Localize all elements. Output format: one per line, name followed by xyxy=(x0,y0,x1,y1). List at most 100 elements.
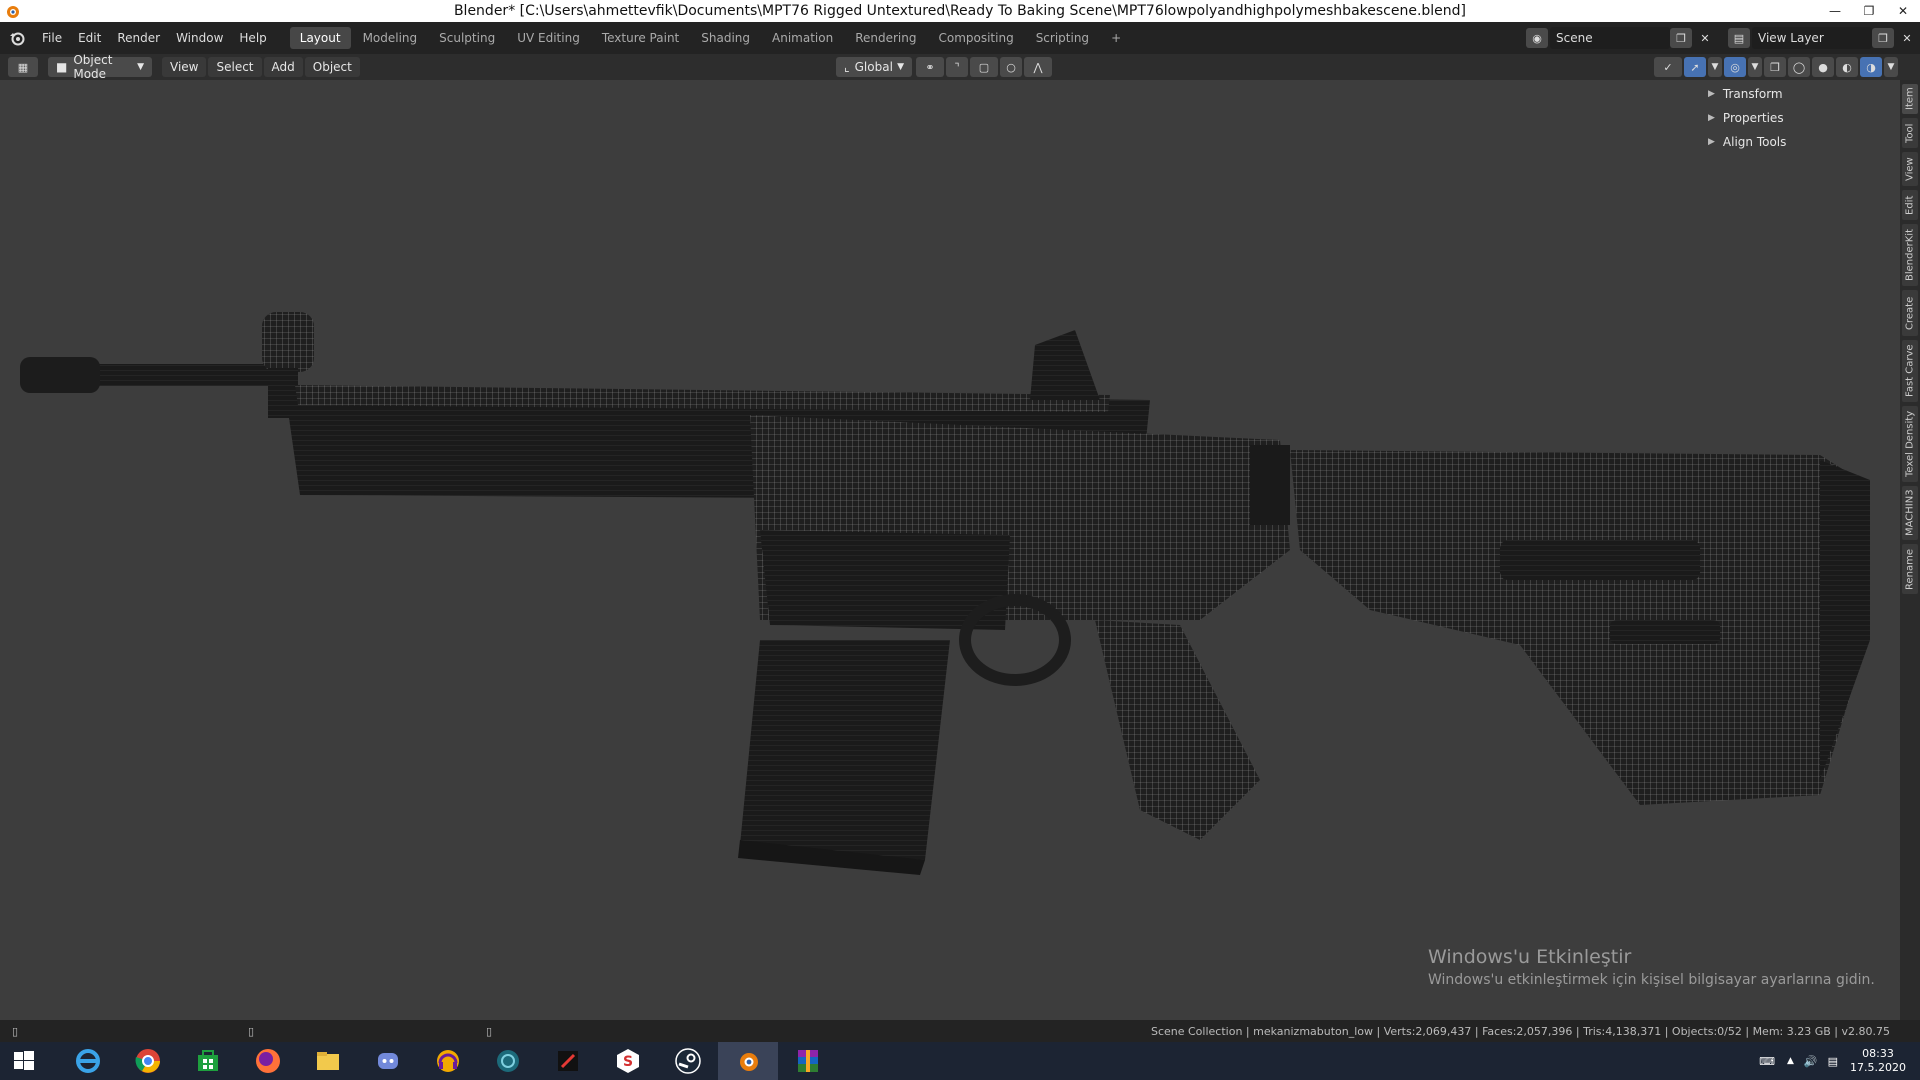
xray-icon[interactable]: ❐ xyxy=(1764,57,1786,77)
store-icon[interactable] xyxy=(178,1042,238,1080)
orientation-label: Global xyxy=(854,60,893,74)
blender-taskbar-icon[interactable] xyxy=(718,1042,778,1080)
tab-item[interactable]: Item xyxy=(1902,84,1918,114)
solid-shading-icon[interactable]: ● xyxy=(1812,57,1834,77)
tab-texel-density[interactable]: Texel Density xyxy=(1902,406,1918,482)
tab-uv-editing[interactable]: UV Editing xyxy=(507,27,590,49)
scene-field[interactable]: Scene xyxy=(1550,27,1670,49)
restore-button[interactable]: ❐ xyxy=(1852,0,1886,22)
tab-create[interactable]: Create xyxy=(1902,290,1918,336)
gizmo-dropdown-icon[interactable]: ▼ xyxy=(1708,57,1722,77)
chevron-up-icon[interactable]: ▲ xyxy=(1787,1056,1794,1066)
add-workspace-icon[interactable]: + xyxy=(1101,27,1131,49)
view-layer-field[interactable]: View Layer xyxy=(1752,27,1872,49)
overlay-icon[interactable]: ◎ xyxy=(1724,57,1746,77)
tab-fast-carve[interactable]: Fast Carve xyxy=(1902,340,1918,402)
tab-animation[interactable]: Animation xyxy=(762,27,843,49)
steam-icon[interactable] xyxy=(658,1042,718,1080)
3d-viewport[interactable] xyxy=(0,80,1900,1020)
internet-explorer-icon[interactable] xyxy=(58,1042,118,1080)
discord-icon[interactable] xyxy=(358,1042,418,1080)
material-shading-icon[interactable]: ◐ xyxy=(1836,57,1858,77)
winrar-icon[interactable] xyxy=(778,1042,838,1080)
system-tray: ⌨ ▲ 🔊 ▤ 08:33 17.5.2020 xyxy=(1759,1042,1920,1080)
menu-add[interactable]: Add xyxy=(263,57,303,77)
delete-scene-icon[interactable]: ✕ xyxy=(1694,28,1716,48)
wireframe-shading-icon[interactable]: ◯ xyxy=(1788,57,1810,77)
clock-time: 08:33 xyxy=(1862,1047,1894,1060)
snap-target-icon[interactable]: ▢ xyxy=(970,57,998,77)
watermark-subtitle: Windows'u etkinleştirmek için kişisel bi… xyxy=(1428,972,1875,988)
mouse-middle-icon: ▯ xyxy=(248,1024,255,1038)
tab-texture-paint[interactable]: Texture Paint xyxy=(592,27,689,49)
menu-file[interactable]: File xyxy=(34,27,70,49)
scene-label: Scene xyxy=(1556,31,1593,45)
mode-dropdown[interactable]: ■ Object Mode ▼ xyxy=(48,53,152,81)
visibility-icon[interactable]: ✓ xyxy=(1654,57,1682,77)
chevron-down-icon: ▼ xyxy=(897,62,904,72)
menu-select[interactable]: Select xyxy=(208,57,262,77)
chrome-icon[interactable] xyxy=(118,1042,178,1080)
tab-sculpting[interactable]: Sculpting xyxy=(429,27,505,49)
tab-blenderkit[interactable]: BlenderKit xyxy=(1902,224,1918,286)
editor-app-icon[interactable] xyxy=(538,1042,598,1080)
panel-label: Align Tools xyxy=(1722,135,1787,149)
pivot-point-icon[interactable]: ⚭ xyxy=(916,57,944,77)
sidebar-tabs: Item Tool View Edit BlenderKit Create Fa… xyxy=(1900,80,1920,1020)
network-icon[interactable]: ▤ xyxy=(1828,1055,1838,1068)
volume-icon[interactable]: 🔊 xyxy=(1804,1055,1818,1068)
menu-window[interactable]: Window xyxy=(168,27,231,49)
minimize-button[interactable]: — xyxy=(1818,0,1852,22)
blender-menu-icon[interactable] xyxy=(0,30,34,46)
delete-view-layer-icon[interactable]: ✕ xyxy=(1896,28,1918,48)
tab-rename[interactable]: Rename xyxy=(1902,544,1918,594)
editor-type-icon[interactable]: ▦ xyxy=(8,57,38,77)
gizmo-icon[interactable]: ➚ xyxy=(1684,57,1706,77)
tab-compositing[interactable]: Compositing xyxy=(928,27,1023,49)
falloff-icon[interactable]: ⋀ xyxy=(1024,57,1052,77)
panel-align-tools[interactable]: ▶ Align Tools xyxy=(1700,130,1890,154)
tab-tool[interactable]: Tool xyxy=(1902,118,1918,148)
shading-dropdown-icon[interactable]: ▼ xyxy=(1884,57,1898,77)
panel-transform[interactable]: ▶ Transform xyxy=(1700,82,1890,106)
clock-date: 17.5.2020 xyxy=(1850,1061,1906,1074)
tab-edit[interactable]: Edit xyxy=(1902,190,1918,220)
globe-app-icon[interactable] xyxy=(478,1042,538,1080)
new-scene-icon[interactable]: ❐ xyxy=(1670,28,1692,48)
audio-app-icon[interactable] xyxy=(418,1042,478,1080)
transform-orientation-dropdown[interactable]: ⌞ Global ▼ xyxy=(836,57,912,77)
tab-machin3[interactable]: MACHIN3 xyxy=(1902,486,1918,540)
menu-render[interactable]: Render xyxy=(109,27,168,49)
svg-text:S: S xyxy=(623,1054,633,1070)
keyboard-icon[interactable]: ⌨ xyxy=(1759,1055,1775,1068)
rendered-shading-icon[interactable]: ◑ xyxy=(1860,57,1882,77)
object-mode-icon: ■ xyxy=(56,60,68,74)
viewport-header: ▦ ■ Object Mode ▼ View Select Add Object… xyxy=(0,53,1920,81)
tab-scripting[interactable]: Scripting xyxy=(1026,27,1099,49)
topbar: File Edit Render Window Help Layout Mode… xyxy=(0,22,1920,54)
tab-shading[interactable]: Shading xyxy=(691,27,760,49)
clock[interactable]: 08:33 17.5.2020 xyxy=(1850,1047,1906,1075)
tab-layout[interactable]: Layout xyxy=(289,27,351,49)
tab-modeling[interactable]: Modeling xyxy=(353,27,428,49)
menu-object[interactable]: Object xyxy=(304,57,360,77)
firefox-icon[interactable] xyxy=(238,1042,298,1080)
scene-selector-icon[interactable]: ◉ xyxy=(1526,28,1548,48)
snap-icon[interactable]: ⌝ xyxy=(946,57,968,77)
overlay-dropdown-icon[interactable]: ▼ xyxy=(1748,57,1762,77)
windows-taskbar: S ⌨ ▲ 🔊 ▤ 08:33 17.5.2020 xyxy=(0,1042,1920,1080)
file-explorer-icon[interactable] xyxy=(298,1042,358,1080)
close-button[interactable]: ✕ xyxy=(1886,0,1920,22)
proportional-editing-icon[interactable]: ○ xyxy=(1000,57,1022,77)
menu-help[interactable]: Help xyxy=(231,27,274,49)
new-view-layer-icon[interactable]: ❐ xyxy=(1872,28,1894,48)
panel-properties[interactable]: ▶ Properties xyxy=(1700,106,1890,130)
tab-rendering[interactable]: Rendering xyxy=(845,27,926,49)
menu-edit[interactable]: Edit xyxy=(70,27,109,49)
menu-view[interactable]: View xyxy=(162,57,207,77)
substance-icon[interactable]: S xyxy=(598,1042,658,1080)
view-layer-selector-icon[interactable]: ▤ xyxy=(1728,28,1750,48)
panel-label: Properties xyxy=(1722,111,1784,125)
tab-view[interactable]: View xyxy=(1902,152,1918,186)
start-button[interactable] xyxy=(0,1042,48,1080)
